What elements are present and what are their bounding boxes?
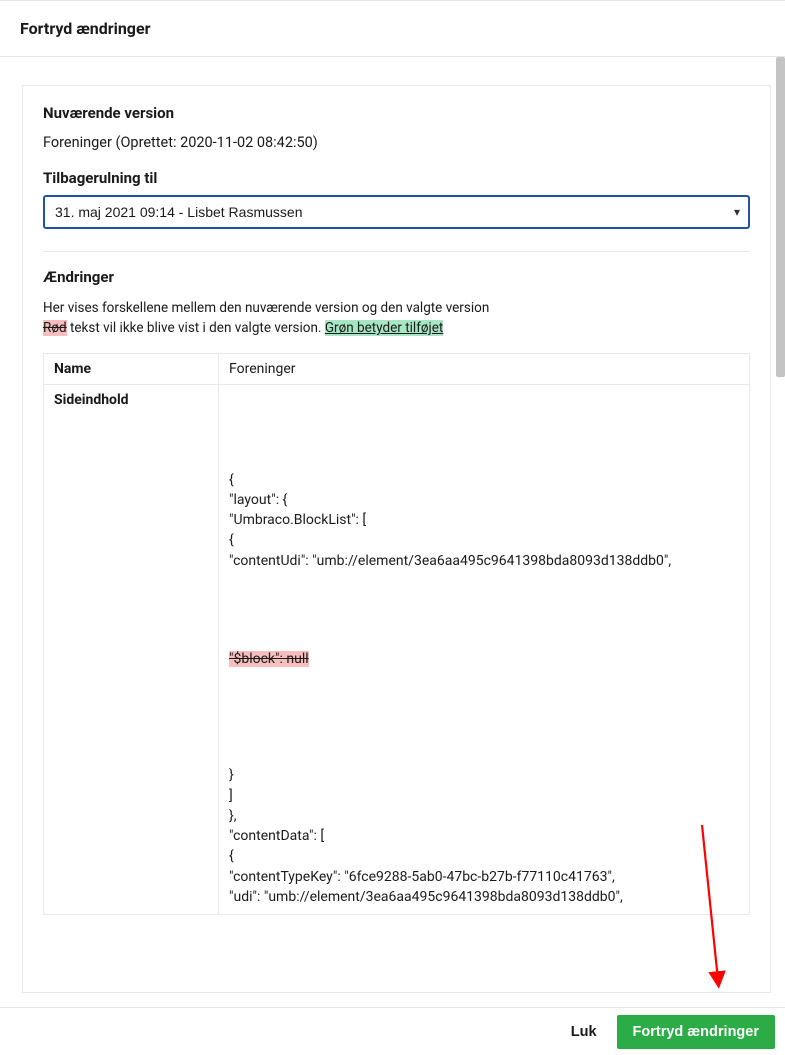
dialog-title: Fortryd ændringer: [20, 19, 765, 38]
diff-line: "layout": {: [229, 490, 739, 510]
diff-content: { "layout": { "Umbraco.BlockList": [ { "…: [229, 392, 739, 908]
dialog-footer: Luk Fortryd ændringer: [0, 1007, 785, 1055]
diff-line: ]: [229, 786, 739, 806]
cell-name-label: Name: [44, 353, 219, 384]
legend-middle: tekst vil ikke blive vist i den valgte v…: [67, 320, 325, 336]
diff-line: {: [229, 470, 739, 490]
diff-line: "Umbraco.BlockList": [: [229, 510, 739, 530]
diff-line: {: [229, 530, 739, 550]
changes-legend: Rød tekst vil ikke blive vist i den valg…: [43, 318, 750, 338]
rollback-label: Tilbagerulning til: [43, 169, 750, 187]
scrollbar-thumb[interactable]: [776, 57, 785, 377]
cell-name-value: Foreninger: [219, 353, 750, 384]
table-row: Sideindhold { "layout": { "Umbraco.Block…: [44, 384, 750, 915]
table-row: Name Foreninger: [44, 353, 750, 384]
confirm-rollback-button[interactable]: Fortryd ændringer: [617, 1015, 775, 1049]
diff-line: "contentData": [: [229, 826, 739, 846]
diff-line: },: [229, 806, 739, 826]
rollback-version-select[interactable]: 31. maj 2021 09:14 - Lisbet Rasmussen: [43, 195, 750, 229]
content-panel: Nuværende version Foreninger (Oprettet: …: [22, 85, 771, 993]
current-version-label: Nuværende version: [43, 104, 750, 122]
legend-added: Grøn betyder tilføjet: [325, 320, 444, 336]
close-button[interactable]: Luk: [567, 1016, 601, 1048]
changes-info: Her vises forskellene mellem den nuværen…: [43, 298, 750, 318]
diff-line: "contentTypeKey": "6fce9288-5ab0-47bc-b2…: [229, 867, 739, 887]
diff-line: }: [229, 765, 739, 785]
diff-line: "contentUdi": "umb://element/3ea6aa495c9…: [229, 551, 739, 571]
diff-table: Name Foreninger Sideindhold { "layout": …: [43, 353, 750, 916]
diff-line: {: [229, 846, 739, 866]
diff-line: "udi": "umb://element/3ea6aa495c9641398b…: [229, 887, 739, 907]
current-version-meta: Foreninger (Oprettet: 2020-11-02 08:42:5…: [43, 134, 750, 151]
cell-content-value: { "layout": { "Umbraco.BlockList": [ { "…: [219, 384, 750, 915]
scrollbar-track[interactable]: [776, 57, 785, 995]
divider: [43, 251, 750, 252]
dialog-header: Fortryd ændringer: [0, 1, 785, 57]
diff-line-removed: "$block": null: [229, 649, 739, 669]
scroll-area: Nuværende version Foreninger (Oprettet: …: [0, 57, 785, 995]
changes-title: Ændringer: [43, 268, 750, 286]
cell-content-label: Sideindhold: [44, 384, 219, 915]
legend-removed: Rød: [43, 320, 67, 336]
